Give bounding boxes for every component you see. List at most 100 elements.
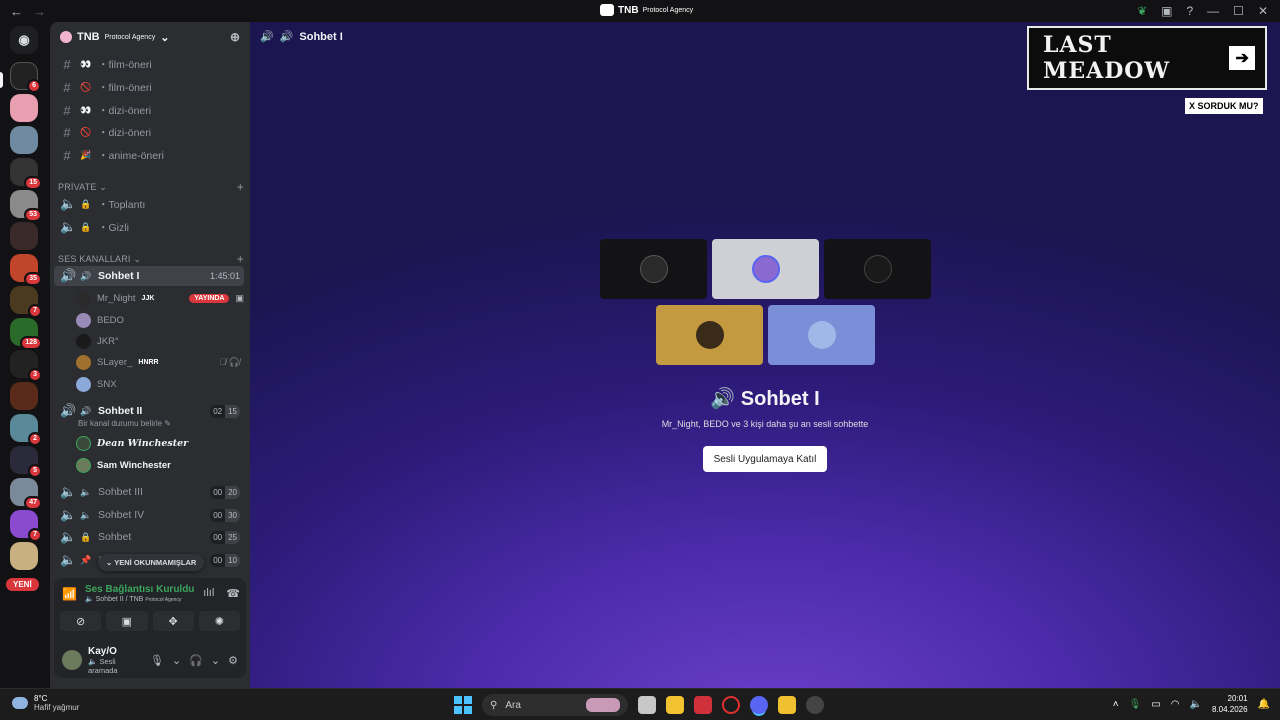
opera-icon[interactable] — [722, 696, 740, 714]
new-messages-pill[interactable]: YENİ — [6, 578, 39, 591]
server-icon[interactable] — [10, 542, 38, 570]
category-voice[interactable]: SES KANALLARI ⌄ + — [58, 252, 244, 266]
category-private[interactable]: PRİVATE ⌄ + — [58, 180, 244, 194]
server-icon[interactable]: 15 — [10, 158, 42, 190]
server-icon[interactable] — [10, 94, 38, 122]
server-icon[interactable]: 47 — [10, 478, 42, 510]
text-channel[interactable]: # 👀 ・film-öneri — [54, 54, 244, 74]
gear-icon[interactable]: ⚙ — [228, 654, 238, 667]
back-arrow-icon[interactable]: ← — [10, 4, 23, 19]
voice-channel-sohbet-2[interactable]: 🔊 🔊 Sohbet II 02 15 — [54, 401, 244, 421]
add-channel-icon[interactable]: + — [237, 252, 244, 266]
participant-tile[interactable] — [712, 239, 819, 299]
arrow-right-icon[interactable]: ➔ — [1229, 46, 1255, 70]
server-tnb[interactable]: 6 — [10, 62, 41, 93]
speaker-icon: 🔊 — [710, 388, 741, 410]
server-icon[interactable]: 35 — [10, 254, 42, 286]
voice-member[interactable]: SLayer_ HNRR 🎙̸ 🎧̸ — [76, 352, 244, 372]
participant-tile[interactable] — [768, 305, 875, 365]
server-icon[interactable]: 3 — [10, 350, 42, 382]
volume-icon[interactable]: 🔈 — [1190, 699, 1202, 710]
server-icon[interactable]: 7 — [10, 286, 42, 318]
chevron-down-icon[interactable]: ⌄ — [172, 654, 181, 667]
participant-tile[interactable] — [656, 305, 763, 365]
channel-status-prompt[interactable]: Bir kanal durumu belirle ✎ — [78, 419, 171, 428]
voice-member[interactable]: BEDO — [76, 310, 244, 330]
camera-off-button[interactable]: ⊘ — [60, 611, 102, 631]
text-channel[interactable]: # 🚫 ・film-öneri — [54, 77, 244, 97]
signal-icon[interactable]: 📶 — [62, 587, 77, 601]
join-voice-button[interactable]: Sesli Uygulamaya Katıl — [703, 446, 827, 472]
channel-emoji: 🚫 — [80, 126, 92, 137]
noise-suppression-icon[interactable]: ılıl — [203, 587, 214, 600]
app-icon[interactable] — [694, 696, 712, 714]
search-highlight-image — [586, 698, 620, 712]
last-meadow-banner[interactable]: LAST MEADOW ➔ — [1027, 26, 1267, 90]
server-icon[interactable] — [10, 126, 38, 154]
voice-channel[interactable]: 🔈 🔒 Sohbet 00 25 — [54, 527, 244, 547]
taskbar-search[interactable]: ⚲ Ara — [482, 694, 628, 716]
disconnect-icon[interactable]: ☎ — [226, 587, 240, 600]
weather-widget[interactable]: 8°C Hafif yağmur — [12, 694, 79, 712]
notification-icon[interactable]: 🔔 — [1258, 699, 1270, 710]
participant-tile[interactable] — [600, 239, 707, 299]
inbox-icon[interactable]: ▣ — [1161, 4, 1172, 18]
wifi-icon[interactable]: ◠ — [1171, 699, 1180, 710]
file-explorer-icon[interactable] — [666, 696, 684, 714]
participant-tile[interactable] — [824, 239, 931, 299]
voice-channel[interactable]: 🔈 🔒 ・Toplantı — [54, 194, 244, 214]
steam-icon[interactable] — [806, 696, 824, 714]
voice-member[interactable]: Dean Winchester — [76, 433, 244, 453]
minimize-button[interactable]: — — [1207, 4, 1219, 18]
voice-status-title[interactable]: Ses Bağlantısı Kuruldu — [85, 584, 194, 595]
user-limit: 30 — [225, 508, 240, 522]
server-icon[interactable]: 7 — [10, 510, 42, 542]
avatar[interactable] — [62, 650, 82, 670]
clock[interactable]: 20:01 8.04.2026 — [1212, 693, 1248, 715]
server-icon[interactable] — [10, 222, 38, 250]
leaf-icon[interactable]: ❦ — [1137, 4, 1147, 18]
server-icon[interactable]: 5 — [10, 446, 42, 478]
headphones-icon[interactable]: 🎧 — [189, 654, 203, 667]
help-icon[interactable]: ? — [1186, 4, 1193, 18]
windows-start-icon[interactable] — [454, 696, 472, 714]
forward-arrow-icon[interactable]: → — [33, 4, 46, 19]
voice-member[interactable]: Sam Winchester — [76, 455, 244, 475]
screen-share-button[interactable]: ▣ — [106, 611, 148, 631]
server-icon[interactable] — [10, 382, 38, 410]
text-channel[interactable]: # 🎉 ・anime-öneri — [54, 145, 244, 165]
voice-member[interactable]: Mr_Night JJK YAYINDA ▣ — [76, 288, 244, 308]
add-channel-icon[interactable]: + — [237, 180, 244, 194]
voice-member[interactable]: SNX — [76, 374, 244, 394]
text-channel[interactable]: # 👀 ・dizi-öneri — [54, 100, 244, 120]
invite-icon[interactable]: ⊕ — [230, 30, 240, 44]
display-icon[interactable]: ▭ — [1151, 699, 1160, 710]
maximize-button[interactable]: ☐ — [1233, 4, 1244, 18]
voice-channel[interactable]: 🔈 🔒 ・Gizli — [54, 217, 244, 237]
speaker-icon: 🔊 — [60, 403, 77, 418]
hash-icon: # — [63, 124, 71, 140]
task-view-icon[interactable] — [638, 696, 656, 714]
chevron-down-icon[interactable]: ⌄ — [211, 654, 220, 667]
new-unread-button[interactable]: ⌄ YENİ OKUNMAMIŞLAR — [98, 554, 205, 571]
server-header[interactable]: TNB Protocol Agency ⌄ ⊕ — [50, 22, 250, 52]
soundboard-button[interactable]: ✺ — [198, 611, 240, 631]
discord-home-icon[interactable]: ◉ — [10, 26, 38, 54]
close-button[interactable]: ✕ — [1258, 4, 1268, 18]
text-channel[interactable]: # 🚫 ・dizi-öneri — [54, 122, 244, 142]
voice-member[interactable]: JKR° — [76, 331, 244, 351]
voice-channel-sohbet-1[interactable]: 🔊 🔊 Sohbet I 1:45:01 — [54, 266, 244, 286]
user-info[interactable]: Kay/O 🔈 Sesli aramada — [88, 646, 144, 675]
app-icon[interactable] — [778, 696, 796, 714]
voice-channel-path[interactable]: 🔈 Sohbet II / TNB Protocol Agency — [85, 595, 194, 603]
server-icon[interactable]: 53 — [10, 190, 42, 222]
voice-channel[interactable]: 🔈 🔈 Sohbet III 00 20 — [54, 482, 244, 502]
chevron-up-icon[interactable]: ˄ — [1113, 699, 1119, 710]
microphone-icon[interactable]: 🎙 — [150, 654, 164, 667]
microphone-icon[interactable]: 🎙 — [1129, 699, 1142, 710]
server-icon[interactable]: 128 — [10, 318, 42, 350]
discord-taskbar-icon[interactable] — [750, 696, 768, 714]
activities-button[interactable]: ✥ — [152, 611, 194, 631]
voice-channel[interactable]: 🔈 🔈 Sohbet IV 00 30 — [54, 505, 244, 525]
server-icon[interactable]: 2 — [10, 414, 42, 446]
